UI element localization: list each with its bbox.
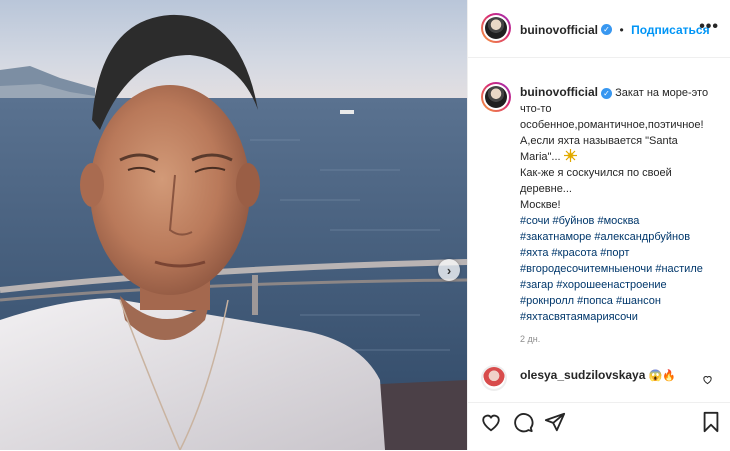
hashtag-line[interactable]: #вгородесочитемныеночи #настиле bbox=[520, 261, 716, 277]
post-header: buinovofficial ✓ • Подписаться ••• bbox=[468, 0, 730, 58]
share-icon[interactable] bbox=[544, 411, 566, 438]
caption-line: особенное,романтичное,поэтичное! bbox=[520, 119, 704, 131]
hashtag-line[interactable]: #закатнаморе #александрбуйнов bbox=[520, 229, 716, 245]
comment-text: 😱🔥 bbox=[648, 370, 676, 382]
hashtag-line[interactable]: #яхтасвятаямариясочи bbox=[520, 309, 716, 325]
hashtag-line[interactable]: #яхта #красота #порт bbox=[520, 245, 716, 261]
caption-line: Как-же я соскучился по своей bbox=[520, 167, 672, 179]
verified-badge-icon: ✓ bbox=[601, 87, 612, 99]
caption-line: Maria"... bbox=[520, 151, 561, 163]
caption-username[interactable]: buinovofficial bbox=[520, 85, 598, 99]
post-time[interactable]: 2 дн. bbox=[520, 334, 540, 344]
comment-icon[interactable] bbox=[512, 411, 534, 438]
photo-scene bbox=[0, 0, 467, 450]
post-photo[interactable]: › bbox=[0, 0, 467, 450]
post-side-panel: buinovofficial ✓ • Подписаться ••• buinov… bbox=[467, 0, 730, 450]
hashtag-line[interactable]: #загар #хорошеенастроение bbox=[520, 277, 716, 293]
caption-avatar[interactable] bbox=[481, 82, 511, 112]
more-options-icon[interactable]: ••• bbox=[699, 18, 719, 36]
bookmark-icon[interactable] bbox=[701, 411, 721, 438]
caption-line: что-то bbox=[520, 103, 552, 115]
post-caption: buinovofficial ✓ Закат на море-это что-то… bbox=[520, 84, 716, 325]
verified-badge-icon: ✓ bbox=[601, 24, 612, 36]
heart-icon[interactable] bbox=[480, 411, 502, 438]
chevron-right-icon: › bbox=[446, 262, 452, 278]
commenter-avatar[interactable] bbox=[481, 365, 507, 391]
caption-line: А,если яхта называется "Santa bbox=[520, 135, 678, 147]
action-bar bbox=[468, 402, 730, 451]
separator-dot: • bbox=[619, 23, 624, 37]
hashtag-line[interactable]: #рокнролл #попса #шансон bbox=[520, 293, 716, 309]
caption-line: Москве! bbox=[520, 199, 561, 211]
caption-line: деревне... bbox=[520, 183, 572, 195]
comment-username[interactable]: olesya_sudzilovskaya bbox=[520, 368, 645, 382]
comment-item: olesya_sudzilovskaya 😱🔥 bbox=[520, 368, 676, 382]
sparkle-icon bbox=[563, 149, 577, 162]
author-username[interactable]: buinovofficial bbox=[520, 23, 598, 37]
author-avatar[interactable] bbox=[481, 13, 511, 43]
next-photo-button[interactable]: › bbox=[438, 259, 460, 281]
comment-like-heart-icon[interactable] bbox=[702, 374, 713, 388]
hashtag-line[interactable]: #сочи #буйнов #москва bbox=[520, 213, 716, 229]
follow-button[interactable]: Подписаться bbox=[631, 23, 709, 37]
caption-line: Закат на море-это bbox=[615, 87, 709, 99]
